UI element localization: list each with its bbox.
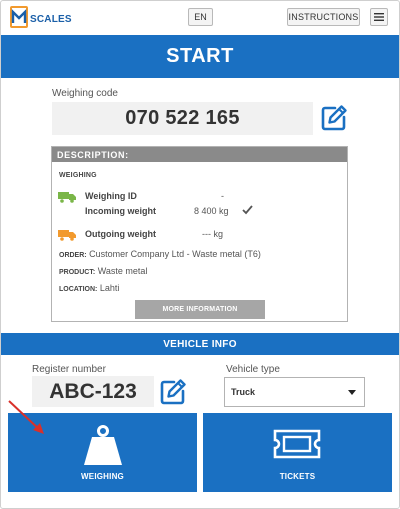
product-value: Waste metal: [97, 266, 148, 276]
location-value: Lahti: [99, 283, 120, 293]
tickets-tile-button[interactable]: TICKETS: [203, 413, 392, 492]
language-button[interactable]: EN: [188, 8, 213, 26]
annotation-arrow-icon: [8, 400, 44, 434]
weight-icon: [84, 425, 122, 465]
register-number-label: Register number: [32, 364, 106, 375]
hamburger-icon: [374, 13, 384, 21]
weighing-id-label: Weighing ID: [85, 191, 137, 201]
incoming-weight-value: 8 400 kg: [194, 206, 229, 216]
location-row: LOCATION: Lahti: [59, 283, 119, 293]
more-information-button[interactable]: MORE INFORMATION: [135, 300, 265, 319]
menu-button[interactable]: [370, 8, 388, 26]
description-panel: DESCRIPTION: WEIGHING Weighing ID - Inco…: [51, 146, 348, 322]
checkmark-icon: [242, 205, 253, 215]
outgoing-weight-label: Outgoing weight: [85, 229, 156, 239]
incoming-weight-label: Incoming weight: [85, 206, 156, 216]
location-key: LOCATION:: [59, 286, 98, 293]
logo-icon: [10, 6, 28, 28]
vehicle-type-label: Vehicle type: [226, 364, 280, 375]
weighing-section-title: WEIGHING: [59, 172, 97, 179]
product-key: PRODUCT:: [59, 269, 96, 276]
truck-orange-icon: [58, 230, 76, 241]
logo-text: SCALES: [30, 13, 72, 25]
edit-weighing-code-icon[interactable]: [320, 104, 348, 132]
order-key: ORDER:: [59, 252, 87, 259]
outgoing-weight-value: --- kg: [202, 229, 223, 239]
ticket-icon: [273, 429, 321, 459]
instructions-button[interactable]: INSTRUCTIONS: [287, 8, 360, 26]
weighing-id-value: -: [221, 191, 224, 201]
top-bar: SCALES EN INSTRUCTIONS: [0, 0, 400, 36]
tickets-tile-label: TICKETS: [279, 472, 316, 481]
description-header: DESCRIPTION:: [52, 147, 347, 162]
weighing-code-value: 070 522 165: [52, 102, 313, 135]
weighing-tile-label: WEIGHING: [81, 472, 124, 481]
start-header: START: [1, 35, 399, 78]
edit-register-number-icon[interactable]: [159, 378, 187, 406]
vehicle-type-select[interactable]: Truck: [224, 377, 365, 407]
order-row: ORDER: Customer Company Ltd - Waste meta…: [59, 249, 261, 259]
register-number-value: ABC-123: [32, 376, 154, 407]
caret-down-icon: [348, 390, 356, 395]
order-value: Customer Company Ltd - Waste metal (T6): [89, 249, 261, 259]
weighing-code-label: Weighing code: [52, 88, 118, 99]
logo[interactable]: SCALES: [10, 6, 72, 28]
product-row: PRODUCT: Waste metal: [59, 266, 147, 276]
vehicle-info-header: VEHICLE INFO: [1, 333, 399, 355]
truck-green-icon: [58, 192, 76, 203]
vehicle-type-value: Truck: [231, 387, 256, 397]
